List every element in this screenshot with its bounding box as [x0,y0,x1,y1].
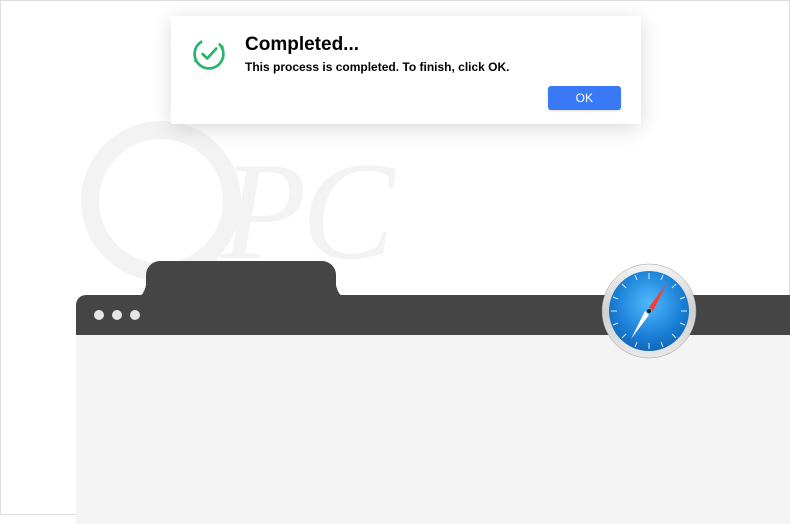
dialog-title: Completed... [245,34,621,56]
close-traffic-light[interactable] [94,310,104,320]
maximize-traffic-light[interactable] [130,310,140,320]
completed-checkmark-icon [191,36,227,72]
safari-icon [599,261,699,361]
browser-content-area [76,335,790,524]
watermark-magnifier-icon [81,121,241,281]
completion-dialog: Completed... This process is completed. … [171,16,641,124]
ok-button[interactable]: OK [548,86,621,110]
minimize-traffic-light[interactable] [112,310,122,320]
dialog-message: This process is completed. To finish, cl… [245,60,621,74]
